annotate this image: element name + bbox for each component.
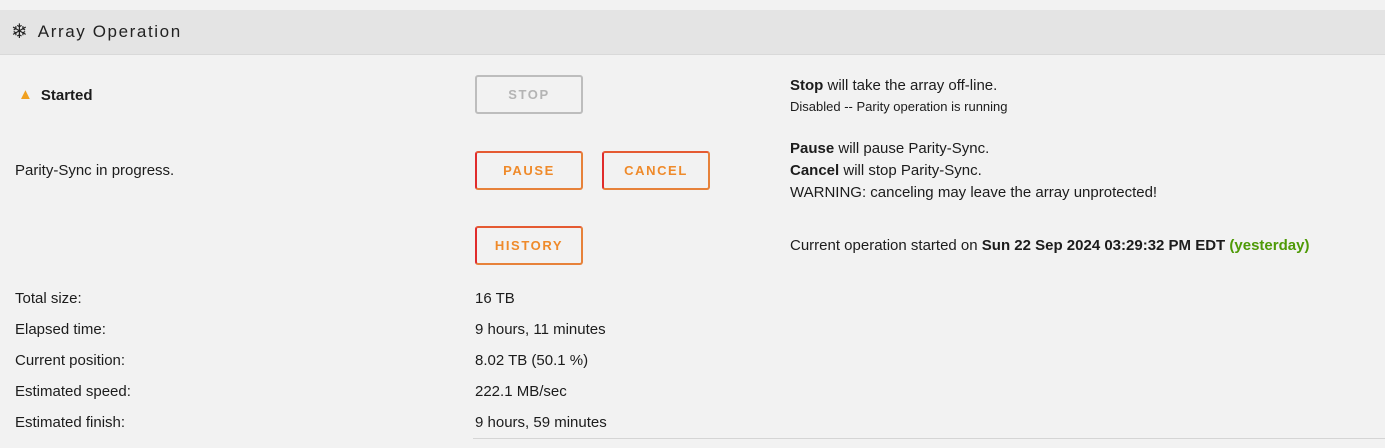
cancel-desc-bold: Cancel — [790, 162, 840, 179]
pause-desc-text: will pause Parity-Sync. — [834, 140, 990, 157]
start-relative: (yesterday) — [1229, 237, 1310, 254]
stop-description: Stop will take the array off-line. Disab… — [790, 75, 1008, 117]
parity-sync-label: Parity-Sync in progress. — [15, 162, 175, 179]
stat-label-estimated-speed: Estimated speed: — [15, 383, 131, 400]
stat-label-current-position: Current position: — [15, 352, 126, 369]
stat-label-total-size: Total size: — [15, 290, 82, 307]
stat-value-elapsed-time: 9 hours, 11 minutes — [475, 321, 606, 338]
start-prefix: Current operation started on — [790, 237, 982, 254]
warning-icon: ▲ — [18, 86, 33, 103]
stat-label-elapsed-time: Elapsed time: — [15, 321, 106, 338]
history-button[interactable]: HISTORY — [475, 226, 583, 265]
section-title: Array Operation — [37, 22, 182, 41]
operation-start-info: Current operation started on Sun 22 Sep … — [790, 235, 1309, 257]
stop-disabled-note: Disabled -- Parity operation is running — [790, 99, 1008, 114]
stat-value-current-position: 8.02 TB (50.1 %) — [475, 352, 589, 369]
stop-desc-text: will take the array off-line. — [823, 77, 998, 94]
parity-description: Pause will pause Parity-Sync. Cancel wil… — [790, 138, 1157, 204]
array-status: ▲ Started — [18, 86, 93, 104]
divider — [473, 438, 1385, 439]
cancel-button[interactable]: CANCEL — [602, 151, 710, 190]
pause-button[interactable]: PAUSE — [475, 151, 583, 190]
section-header: ❄ Array Operation — [0, 10, 1385, 55]
stop-button[interactable]: STOP — [475, 75, 583, 114]
start-date: Sun 22 Sep 2024 03:29:32 PM EDT — [981, 237, 1226, 254]
stat-value-total-size: 16 TB — [475, 290, 515, 307]
snowflake-icon: ❄ — [11, 21, 28, 43]
stop-desc-bold: Stop — [790, 77, 824, 94]
stat-value-estimated-finish: 9 hours, 59 minutes — [475, 414, 607, 431]
stat-label-estimated-finish: Estimated finish: — [15, 414, 126, 431]
array-status-label: Started — [40, 86, 93, 104]
pause-desc-bold: Pause — [790, 140, 835, 157]
cancel-desc-text: will stop Parity-Sync. — [839, 162, 982, 179]
stat-value-estimated-speed: 222.1 MB/sec — [475, 383, 567, 400]
cancel-warning: WARNING: canceling may leave the array u… — [790, 184, 1158, 201]
